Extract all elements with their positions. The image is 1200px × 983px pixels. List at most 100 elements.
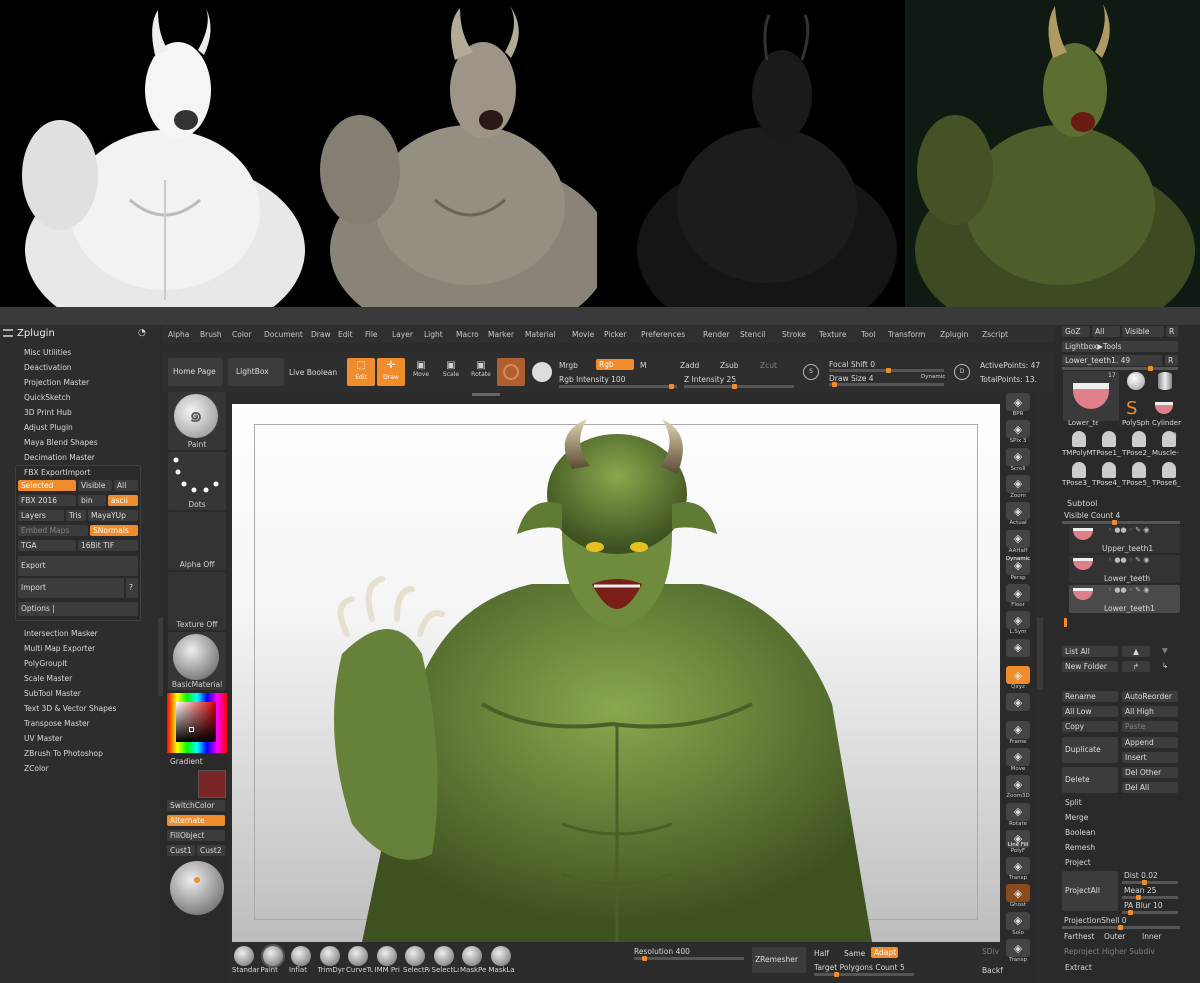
tool-thumb-label[interactable]: PolySph bbox=[1122, 419, 1152, 427]
main-color-swatch[interactable] bbox=[198, 770, 226, 798]
right-collapse-handle[interactable] bbox=[1037, 618, 1043, 690]
target-polygons-track[interactable] bbox=[814, 972, 914, 977]
lightbox-tools-button[interactable]: Lightbox▶Tools bbox=[1062, 341, 1178, 352]
inner-button[interactable]: Inner bbox=[1142, 932, 1161, 941]
menu-item-light[interactable]: Light bbox=[424, 330, 443, 339]
brush-label[interactable]: SelectRe bbox=[403, 966, 430, 974]
menu-grip-icon[interactable] bbox=[3, 329, 13, 337]
menu-item-document[interactable]: Document bbox=[264, 330, 303, 339]
right-shelf-qxyz-button[interactable]: ◈ bbox=[1006, 666, 1030, 684]
polysphere-icon[interactable] bbox=[1127, 372, 1145, 390]
brush-icon[interactable] bbox=[462, 946, 482, 966]
brush-label[interactable]: Standar bbox=[232, 966, 259, 974]
goz-button[interactable]: GoZ bbox=[1062, 326, 1090, 337]
rename-button[interactable]: Rename bbox=[1062, 691, 1118, 702]
fbx-export-button[interactable]: Export bbox=[18, 556, 138, 576]
brush-icon[interactable] bbox=[348, 946, 368, 966]
material-button[interactable]: BasicMaterial bbox=[168, 632, 226, 690]
tool-thumb-label[interactable]: TPose4_ bbox=[1092, 479, 1122, 487]
tool-thumb-label[interactable]: Cylinder bbox=[1152, 419, 1182, 427]
fbx-tris-toggle[interactable]: Tris bbox=[66, 510, 86, 521]
menu-item-marker[interactable]: Marker bbox=[488, 330, 514, 339]
menu-item-texture[interactable]: Texture bbox=[819, 330, 846, 339]
sphere-mode-button[interactable] bbox=[497, 358, 525, 386]
menu-item-material[interactable]: Material bbox=[525, 330, 555, 339]
focal-shift-slider[interactable]: Focal Shift 0 bbox=[829, 360, 875, 369]
figure-icon[interactable] bbox=[1072, 462, 1086, 478]
right-shelf-transp-button[interactable]: ◈ bbox=[1006, 939, 1030, 957]
scale-button[interactable]: ▣ Scale bbox=[438, 360, 464, 378]
append-button[interactable]: Append bbox=[1122, 737, 1178, 748]
right-shelf-lsym-button[interactable]: ◈ bbox=[1006, 611, 1030, 630]
right-shelf-rotate-button[interactable]: ◈ bbox=[1006, 802, 1030, 821]
right-shelf-icon-button[interactable]: ◈ bbox=[1006, 638, 1030, 657]
zplugin-menu-item[interactable]: Projection Master bbox=[24, 378, 89, 387]
menu-item-draw[interactable]: Draw bbox=[311, 330, 331, 339]
menu-item-color[interactable]: Color bbox=[232, 330, 252, 339]
tool-thumb-label[interactable]: TPose3_ bbox=[1062, 479, 1092, 487]
cust2-button[interactable]: Cust2 bbox=[197, 845, 225, 856]
brush-label[interactable]: TrimDyn bbox=[318, 966, 345, 974]
zadd-button[interactable]: Zadd bbox=[680, 361, 699, 370]
brush-label[interactable]: CurveTu bbox=[346, 966, 373, 974]
simplebrush-icon[interactable]: S bbox=[1126, 400, 1137, 418]
zremesher-button[interactable]: ZRemesher bbox=[752, 947, 806, 973]
fbx-help-button[interactable]: ? bbox=[126, 578, 138, 598]
m-button[interactable]: M bbox=[640, 361, 646, 370]
insert-button[interactable]: Insert bbox=[1122, 752, 1178, 763]
menu-item-tool[interactable]: Tool bbox=[861, 330, 876, 339]
half-button[interactable]: Half bbox=[814, 949, 829, 958]
zplugin-menu-item[interactable]: Multi Map Exporter bbox=[24, 644, 95, 653]
fbx-mayayup-toggle[interactable]: MayaYUp bbox=[88, 510, 138, 521]
color-ball-icon[interactable] bbox=[170, 861, 224, 915]
stroke-dots-button[interactable]: Dots bbox=[168, 452, 226, 510]
figure-icon[interactable] bbox=[1072, 431, 1086, 447]
delete-button[interactable]: Delete bbox=[1062, 767, 1118, 793]
brush-icon[interactable] bbox=[405, 946, 425, 966]
del-other-button[interactable]: Del Other bbox=[1122, 767, 1178, 778]
right-shelf-move-button[interactable]: ◈ bbox=[1006, 747, 1030, 766]
live-boolean-button[interactable]: Live Boolean bbox=[289, 368, 337, 377]
s-spotlight-icon[interactable]: S bbox=[803, 364, 819, 380]
rgb-button[interactable]: Rgb bbox=[596, 359, 634, 370]
remesh-header[interactable]: Remesh bbox=[1065, 843, 1095, 852]
mrgb-button[interactable]: Mrgb bbox=[559, 361, 578, 370]
autoreorder-button[interactable]: AutoReorder bbox=[1122, 691, 1178, 702]
move-up-icon[interactable]: ▲ bbox=[1122, 646, 1150, 657]
figure-icon[interactable] bbox=[1102, 431, 1116, 447]
menu-item-macro[interactable]: Macro bbox=[456, 330, 479, 339]
subtool-name[interactable]: Lower_teeth bbox=[1104, 574, 1150, 583]
visible-count-slider[interactable]: Visible Count 4 bbox=[1064, 511, 1120, 520]
brush-label[interactable]: Paint bbox=[261, 966, 288, 974]
rotate-button[interactable]: ▣ Rotate bbox=[468, 360, 494, 378]
current-tool-r-button[interactable]: R bbox=[1165, 355, 1178, 366]
right-shelf-transp-button[interactable]: ◈ bbox=[1006, 857, 1030, 876]
fbx-version-select[interactable]: FBX 2016 bbox=[18, 495, 76, 506]
menu-item-brush[interactable]: Brush bbox=[200, 330, 222, 339]
fbx-ascii-button[interactable]: ascii bbox=[108, 495, 138, 506]
menu-item-zscript[interactable]: Zscript bbox=[982, 330, 1008, 339]
fbx-visible-button[interactable]: Visible bbox=[78, 480, 112, 491]
right-shelf-zoom3d-button[interactable]: ◈ bbox=[1006, 775, 1030, 794]
brush-icon[interactable] bbox=[234, 946, 254, 966]
pa-blur-slider[interactable]: PA Blur 10 bbox=[1124, 901, 1163, 910]
color-picker[interactable] bbox=[167, 693, 227, 753]
all-high-button[interactable]: All High bbox=[1122, 706, 1178, 717]
tool-thumb-label[interactable]: TMPolyM bbox=[1062, 449, 1092, 457]
tool-thumb-label[interactable]: Lower_teeth1 bbox=[1068, 419, 1098, 427]
menu-item-transform[interactable]: Transform bbox=[888, 330, 925, 339]
fbx-options-button[interactable]: Options | bbox=[18, 602, 138, 616]
menu-item-render[interactable]: Render bbox=[703, 330, 730, 339]
brush-icon[interactable] bbox=[319, 946, 340, 966]
goz-r-button[interactable]: R bbox=[1166, 326, 1178, 337]
project-all-button[interactable]: ProjectAll bbox=[1062, 871, 1118, 911]
resolution-slider[interactable]: Resolution 400 bbox=[634, 947, 690, 956]
menu-item-stroke[interactable]: Stroke bbox=[782, 330, 806, 339]
brush-label[interactable]: MaskPe bbox=[460, 966, 487, 974]
target-polygons-slider[interactable]: Target Polygons Count 5 bbox=[814, 963, 905, 972]
zplugin-menu-item[interactable]: UV Master bbox=[24, 734, 63, 743]
menu-item-picker[interactable]: Picker bbox=[604, 330, 626, 339]
rgb-intensity-slider[interactable]: Rgb Intensity 100 bbox=[559, 375, 625, 384]
zplugin-menu-item[interactable]: PolyGroupIt bbox=[24, 659, 67, 668]
goz-all-button[interactable]: All bbox=[1092, 326, 1120, 337]
